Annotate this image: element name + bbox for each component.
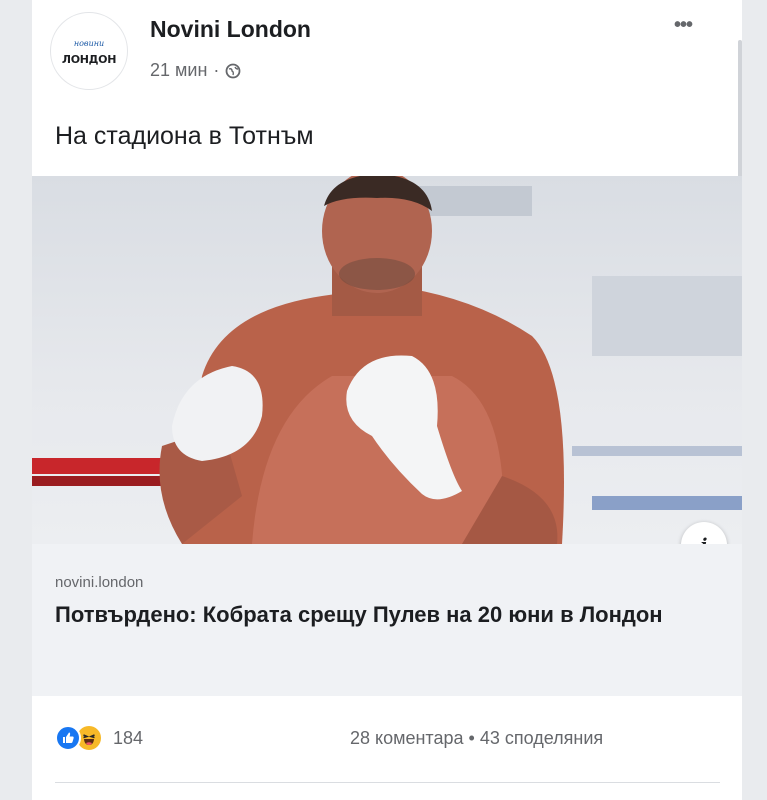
avatar-script: новини bbox=[73, 39, 105, 48]
shares-link[interactable]: 43 споделяния bbox=[480, 728, 603, 748]
post-text: На стадиона в Тотнъм bbox=[55, 122, 314, 150]
post-time[interactable]: 21 мин bbox=[150, 60, 207, 81]
reactions-summary[interactable]: 184 bbox=[55, 724, 143, 752]
action-divider bbox=[55, 782, 720, 783]
page-name[interactable]: Novini London bbox=[150, 16, 311, 43]
page-avatar[interactable]: новини ЛОНДОН bbox=[50, 12, 128, 90]
ring-rope-right-blue bbox=[592, 496, 742, 510]
reaction-count: 184 bbox=[113, 727, 144, 748]
like-icon bbox=[55, 725, 81, 751]
stats-separator: • bbox=[468, 728, 475, 748]
engagement-stats: 28 коментара • 43 споделяния bbox=[350, 728, 603, 749]
background-ring-corner bbox=[592, 276, 742, 356]
globe-icon bbox=[225, 63, 241, 79]
meta-separator: · bbox=[213, 60, 220, 80]
avatar-logo-word: ЛОНДОН bbox=[61, 53, 117, 66]
ring-rope-right bbox=[572, 446, 742, 456]
post-meta: 21 мин · bbox=[150, 60, 241, 81]
more-options-button[interactable]: ••• bbox=[674, 14, 693, 37]
link-headline[interactable]: Потвърдено: Кобрата срещу Пулев на 20 юн… bbox=[55, 598, 695, 632]
link-domain: novini.london bbox=[55, 574, 144, 591]
boxer-beard bbox=[339, 258, 415, 290]
comments-link[interactable]: 28 коментара bbox=[350, 728, 464, 748]
post-photo[interactable] bbox=[32, 176, 742, 544]
